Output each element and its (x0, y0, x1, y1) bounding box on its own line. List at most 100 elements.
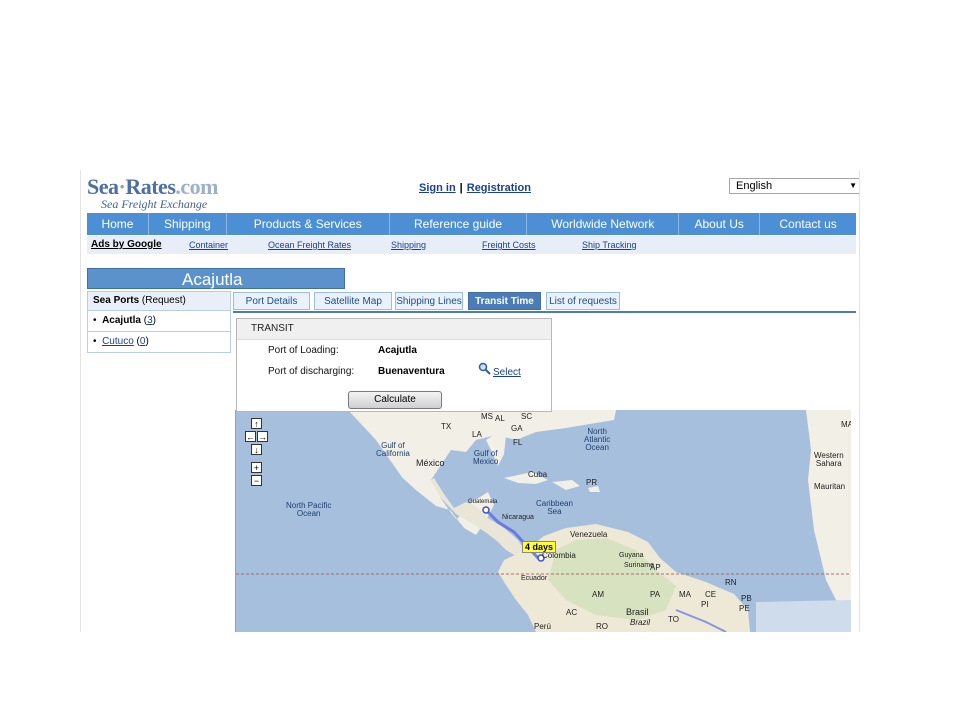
pan-down-button[interactable]: ↓ (251, 444, 262, 455)
map-label-gulf-mexico: Gulf of Mexico (473, 449, 499, 466)
page-frame: Sea·Rates.com Sea Freight Exchange Sign … (80, 170, 860, 632)
loading-value: Acajutla (378, 345, 417, 356)
discharging-value: Buenaventura (378, 366, 445, 377)
language-select[interactable]: English ▼ (729, 178, 859, 194)
sea-ports-title: Sea Ports (93, 295, 140, 306)
logo-sea: Sea (87, 174, 119, 199)
tab-port-details[interactable]: Port Details (233, 292, 310, 310)
map-label-pa: PA (650, 590, 661, 599)
map-label-to: TO (668, 615, 679, 624)
page-title: Acajutla (87, 268, 345, 289)
map-label-north-pacific: North Pacific Ocean (286, 501, 332, 518)
map-label-ac: AC (566, 608, 578, 617)
zoom-in-button[interactable]: + (251, 462, 262, 473)
tab-shipping-lines[interactable]: Shipping Lines (395, 292, 463, 310)
transit-header: TRANSIT (237, 319, 551, 340)
map-label-mexico: México (416, 458, 445, 468)
registration-link[interactable]: Registration (467, 182, 531, 194)
route-duration-label: 4 days (522, 541, 557, 553)
map-label-ecuador: Ecuador (521, 575, 548, 582)
map-label-fl: FL (513, 438, 523, 447)
map-label-pr: PR (586, 478, 598, 487)
dropdown-arrow-icon: ▼ (849, 181, 857, 190)
select-port-link[interactable]: Select (493, 367, 521, 378)
user-links: Sign in | Registration (419, 182, 531, 194)
ads-bar: Ads by Google Container Ocean Freight Ra… (87, 236, 856, 254)
map-label-sc: SC (521, 412, 533, 421)
map-label-la: LA (472, 430, 482, 439)
nav-reference-guide[interactable]: Reference guide (390, 213, 528, 235)
map-label-nicaragua: Nicaragua (502, 514, 534, 521)
sign-in-link[interactable]: Sign in (419, 182, 456, 194)
main-nav: Home Shipping Products & Services Refere… (87, 213, 856, 235)
map-label-western-sahara: Western Sahara (814, 451, 844, 468)
map-label-caribbean: Caribbean Sea (536, 499, 573, 516)
pan-right-button[interactable]: → (257, 431, 268, 442)
pan-left-button[interactable]: ← (245, 431, 256, 442)
user-links-separator: | (459, 182, 463, 194)
map-canvas (236, 410, 851, 632)
transit-panel: TRANSIT Port of Loading: Acajutla Port o… (236, 318, 552, 412)
sea-ports-subtitle: (Request) (139, 295, 186, 306)
map-label-ga: GA (511, 424, 523, 433)
language-value: English (736, 180, 773, 192)
port-count-link[interactable]: 0 (140, 336, 146, 347)
nav-home[interactable]: Home (87, 213, 149, 235)
map-label-am: AM (592, 590, 604, 599)
tab-transit-time[interactable]: Transit Time (468, 292, 541, 310)
map-label-ap: AP (650, 563, 661, 572)
pan-up-button[interactable]: ↑ (251, 418, 262, 429)
map-label-north-atlantic: North Atlantic Ocean (584, 427, 611, 452)
ad-link-ocean-freight-rates[interactable]: Ocean Freight Rates (268, 236, 351, 254)
sea-ports-header: Sea Ports (Request) (88, 292, 230, 311)
zoom-out-button[interactable]: − (251, 475, 262, 486)
bullet-icon: • (93, 336, 97, 347)
map-label-brazil: Brazil (630, 618, 651, 627)
bullet-icon: • (93, 315, 97, 326)
logo-com: .com (175, 174, 218, 199)
nav-contact-us[interactable]: Contact us (760, 213, 856, 235)
nav-products-services[interactable]: Products & Services (227, 213, 390, 235)
ads-by-google[interactable]: Ads by Google (91, 236, 162, 254)
tab-list-of-requests[interactable]: List of requests (546, 292, 620, 310)
map-label-pb: PB (741, 594, 752, 603)
port-item-cutuco: • Cutuco (0) (93, 336, 149, 347)
map-label-pi: PI (701, 600, 709, 609)
tab-underline (233, 311, 856, 313)
port-name: Acajutla (102, 315, 141, 326)
map-label-ms: MS (481, 412, 493, 421)
map-label-brasil: Brasil (626, 607, 649, 617)
sea-ports-box: Sea Ports (Request) • Acajutla (3) • Cut… (87, 291, 231, 353)
nav-shipping[interactable]: Shipping (149, 213, 227, 235)
route-map[interactable]: ↑ ← → ↓ + − 4 days MS AL GA SC TX LA FL … (235, 410, 851, 632)
ad-link-shipping[interactable]: Shipping (391, 236, 426, 254)
nav-worldwide-network[interactable]: Worldwide Network (527, 213, 680, 235)
ad-link-freight-costs[interactable]: Freight Costs (482, 236, 536, 254)
map-label-peru: Perú (534, 622, 551, 631)
map-label-ma: MA (679, 590, 691, 599)
map-label-mauritan: Mauritan (814, 482, 846, 491)
map-label-rn: RN (725, 578, 737, 587)
map-label-gulf-california: Gulf of California (376, 441, 410, 458)
map-label-ce: CE (705, 590, 717, 599)
calculate-button[interactable]: Calculate (348, 391, 442, 409)
port-item-acajutla: • Acajutla (3) (88, 311, 230, 332)
logo[interactable]: Sea·Rates.com Sea Freight Exchange (87, 174, 257, 214)
discharging-label: Port of discharging: (268, 366, 355, 377)
map-label-al: AL (495, 414, 505, 423)
map-label-pe-state: PE (739, 604, 750, 613)
map-label-venezuela: Venezuela (570, 530, 608, 539)
map-label-guyana: Guyana (619, 552, 644, 559)
ad-link-ship-tracking[interactable]: Ship Tracking (582, 236, 637, 254)
map-label-guatemala: Guatemala (468, 499, 498, 505)
map-label-tx: TX (441, 422, 452, 431)
logo-tagline: Sea Freight Exchange (101, 197, 208, 211)
map-label-ma-right: MA (841, 420, 851, 429)
ad-link-container[interactable]: Container (189, 236, 228, 254)
port-count-link[interactable]: 3 (147, 315, 153, 326)
tab-satellite-map[interactable]: Satellite Map (314, 292, 392, 310)
magnifier-icon[interactable] (478, 362, 491, 375)
nav-about-us[interactable]: About Us (679, 213, 761, 235)
logo-rates: Rates (125, 174, 176, 199)
port-name-link[interactable]: Cutuco (102, 336, 134, 347)
